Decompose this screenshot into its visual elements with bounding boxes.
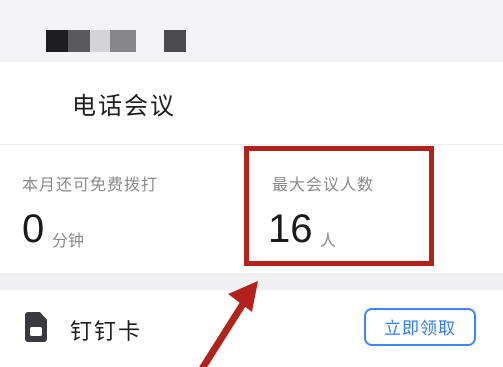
highlight-annotation-box	[244, 146, 434, 266]
free-minutes-label: 本月还可免费拨打	[22, 175, 159, 194]
top-bar	[0, 0, 503, 62]
claim-now-button[interactable]: 立即领取	[364, 308, 476, 346]
redacted-block	[46, 30, 68, 52]
sim-card-icon	[25, 312, 47, 342]
redacted-block	[90, 30, 110, 52]
sim-card-row[interactable]: 钉钉卡 立即领取	[0, 290, 503, 367]
screen: 电话会议 本月还可免费拨打 0 分钟 最大会议人数 16 人 钉钉卡 立即领取	[0, 0, 503, 367]
free-minutes-value: 0	[22, 207, 45, 251]
redacted-block	[68, 30, 90, 52]
free-minutes-unit: 分钟	[52, 231, 85, 250]
page-title: 电话会议	[72, 92, 176, 120]
redacted-block	[164, 30, 186, 52]
sim-card-label: 钉钉卡	[70, 320, 143, 345]
sim-chip	[30, 327, 42, 336]
redacted-block	[110, 30, 136, 52]
conference-header: 电话会议	[0, 62, 503, 144]
